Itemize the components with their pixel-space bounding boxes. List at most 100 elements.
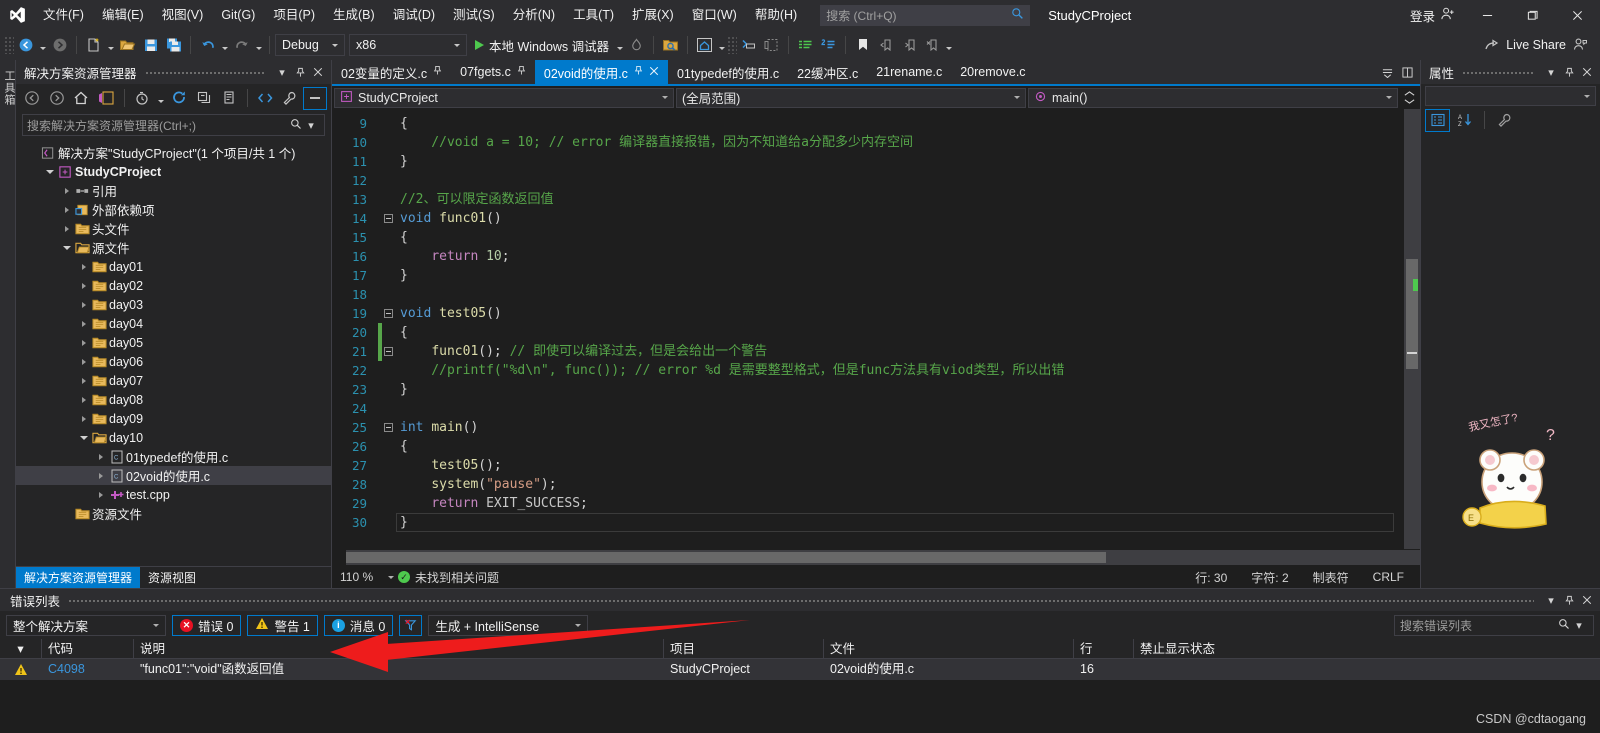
collapse-region-icon[interactable] (382, 347, 395, 356)
row-code[interactable]: C4098 (42, 659, 134, 680)
new-project-icon[interactable] (82, 34, 105, 57)
document-tab-3[interactable]: 01typedef的使用.c (668, 60, 788, 84)
document-tab-active[interactable]: 02void的使用.c (534, 60, 668, 84)
toolbar-grip[interactable] (4, 36, 14, 54)
save-icon[interactable] (139, 34, 162, 57)
menu-item-edit[interactable]: 编辑(E) (93, 0, 153, 30)
menu-item-extensions[interactable]: 扩展(X) (623, 0, 683, 30)
code-line[interactable]: 27 test05(); (332, 456, 1404, 475)
project-scope-combo[interactable]: StudyCProject (334, 87, 674, 108)
redo-icon[interactable] (230, 34, 253, 57)
toolbar-overflow-icon[interactable] (943, 34, 954, 57)
solution-configuration-combo[interactable]: Debug (275, 34, 345, 56)
close-pane-icon[interactable] (309, 62, 327, 82)
solution-home-icon[interactable] (693, 34, 716, 57)
expand-arrow-closed-icon[interactable] (94, 454, 107, 460)
solution-home-dropdown-icon[interactable] (716, 34, 727, 57)
expand-arrow-closed-icon[interactable] (77, 283, 90, 289)
start-debugging-dropdown-icon[interactable] (614, 34, 625, 57)
tree-item-test-cpp[interactable]: test.cpp (16, 485, 331, 504)
expand-arrow-closed-icon[interactable] (60, 188, 73, 194)
tree-item-02void-c[interactable]: C 02void的使用.c (16, 466, 331, 485)
open-file-icon[interactable] (116, 34, 139, 57)
collapse-region-icon[interactable] (382, 309, 395, 318)
maximize-button[interactable] (1510, 0, 1555, 30)
code-line[interactable]: 14 void func01() (332, 209, 1404, 228)
properties-window-icon[interactable] (737, 34, 760, 57)
document-tab-1[interactable]: 07fgets.c (451, 60, 535, 84)
properties-icon[interactable] (278, 87, 302, 110)
pin-icon[interactable] (433, 65, 442, 79)
pin-icon[interactable] (291, 62, 309, 82)
solution-explorer-search-input[interactable]: 搜索解决方案资源管理器(Ctrl+;) ▾ (22, 114, 325, 136)
code-line[interactable]: 26 { (332, 437, 1404, 456)
switch-views-icon[interactable] (94, 87, 118, 110)
code-line[interactable]: 16 return 10; (332, 247, 1404, 266)
expand-arrow-closed-icon[interactable] (60, 207, 73, 213)
clear-filter-icon[interactable] (399, 614, 423, 636)
tree-item-day09[interactable]: day09 (16, 409, 331, 428)
error-scope-combo[interactable]: 整个解决方案 (6, 614, 166, 636)
save-all-icon[interactable] (162, 34, 185, 57)
column-header-project[interactable]: 项目 (664, 639, 824, 659)
clear-bookmarks-icon[interactable] (920, 34, 943, 57)
expand-arrow-closed-icon[interactable] (94, 473, 107, 479)
code-line[interactable]: 12 (332, 171, 1404, 190)
code-line[interactable]: 15 { (332, 228, 1404, 247)
comment-selection-icon[interactable] (794, 34, 817, 57)
table-row[interactable]: C4098 "func01":"void"函数返回值 StudyCProject… (0, 659, 1600, 680)
tree-item-studycproject-1-1[interactable]: 解决方案"StudyCProject"(1 个项目/共 1 个) (16, 143, 331, 162)
tree-item-day01[interactable]: day01 (16, 257, 331, 276)
navigate-backward-icon[interactable] (14, 34, 37, 57)
sort-indicator-icon[interactable]: ▾ (0, 639, 42, 659)
expand-arrow-closed-icon[interactable] (77, 397, 90, 403)
back-icon[interactable] (20, 87, 44, 110)
column-header-suppression[interactable]: 禁止显示状态 (1134, 639, 1364, 659)
previous-bookmark-icon[interactable] (874, 34, 897, 57)
tree-item-[interactable]: 外部依赖项 (16, 200, 331, 219)
next-bookmark-icon[interactable] (897, 34, 920, 57)
uncomment-selection-icon[interactable] (817, 34, 840, 57)
menu-item-debug[interactable]: 调试(D) (384, 0, 444, 30)
hot-reload-icon[interactable] (625, 34, 648, 57)
expand-arrow-open-icon[interactable] (43, 170, 56, 174)
expand-arrow-closed-icon[interactable] (77, 302, 90, 308)
collapse-region-icon[interactable] (382, 214, 395, 223)
tree-item-studycproject[interactable]: StudyCProject (16, 162, 331, 181)
expand-arrow-closed-icon[interactable] (94, 492, 107, 498)
new-project-dropdown-icon[interactable] (105, 34, 116, 57)
code-line[interactable]: 28 system("pause"); (332, 475, 1404, 494)
home-icon[interactable] (70, 87, 94, 110)
document-tab-0[interactable]: 02变量的定义.c (332, 60, 451, 84)
view-code-icon[interactable] (254, 87, 278, 110)
pending-changes-icon[interactable] (131, 87, 155, 110)
code-line[interactable]: 9{ (332, 114, 1404, 133)
refresh-icon[interactable] (167, 87, 191, 110)
code-editor[interactable]: 9{10 //void a = 10; // error 编译器直接报错，因为不… (332, 109, 1420, 549)
quick-launch-search[interactable]: 搜索 (Ctrl+Q) (820, 4, 1031, 26)
document-tab-5[interactable]: 21rename.c (867, 60, 951, 84)
messages-filter-button[interactable]: i 消息 0 (323, 614, 394, 636)
expand-arrow-closed-icon[interactable] (77, 416, 90, 422)
tree-item-day10[interactable]: day10 (16, 428, 331, 447)
toolbox-window-icon[interactable] (760, 34, 783, 57)
alphabetical-view-icon[interactable]: AZ (1452, 109, 1477, 132)
tree-item-01typedef-c[interactable]: C 01typedef的使用.c (16, 447, 331, 466)
property-pages-icon[interactable] (1492, 109, 1517, 132)
tree-item-day02[interactable]: day02 (16, 276, 331, 295)
tree-item-day06[interactable]: day06 (16, 352, 331, 371)
code-line[interactable]: 22 //printf("%d\n", func()); // error %d… (332, 361, 1404, 380)
code-line[interactable]: 24 (332, 399, 1404, 418)
properties-close-icon[interactable] (1578, 62, 1596, 82)
error-list-close-icon[interactable] (1578, 590, 1596, 610)
tree-item-day04[interactable]: day04 (16, 314, 331, 333)
code-line[interactable]: 25 int main() (332, 418, 1404, 437)
tree-item-day08[interactable]: day08 (16, 390, 331, 409)
properties-dropdown-icon[interactable]: ▾ (1542, 62, 1560, 82)
tab-list-dropdown-icon[interactable] (1378, 62, 1396, 82)
close-button[interactable] (1555, 0, 1600, 30)
properties-pin-icon[interactable] (1560, 62, 1578, 82)
expand-arrow-closed-icon[interactable] (77, 378, 90, 384)
code-line[interactable]: 11} (332, 152, 1404, 171)
pending-changes-dropdown-icon[interactable] (156, 87, 166, 110)
